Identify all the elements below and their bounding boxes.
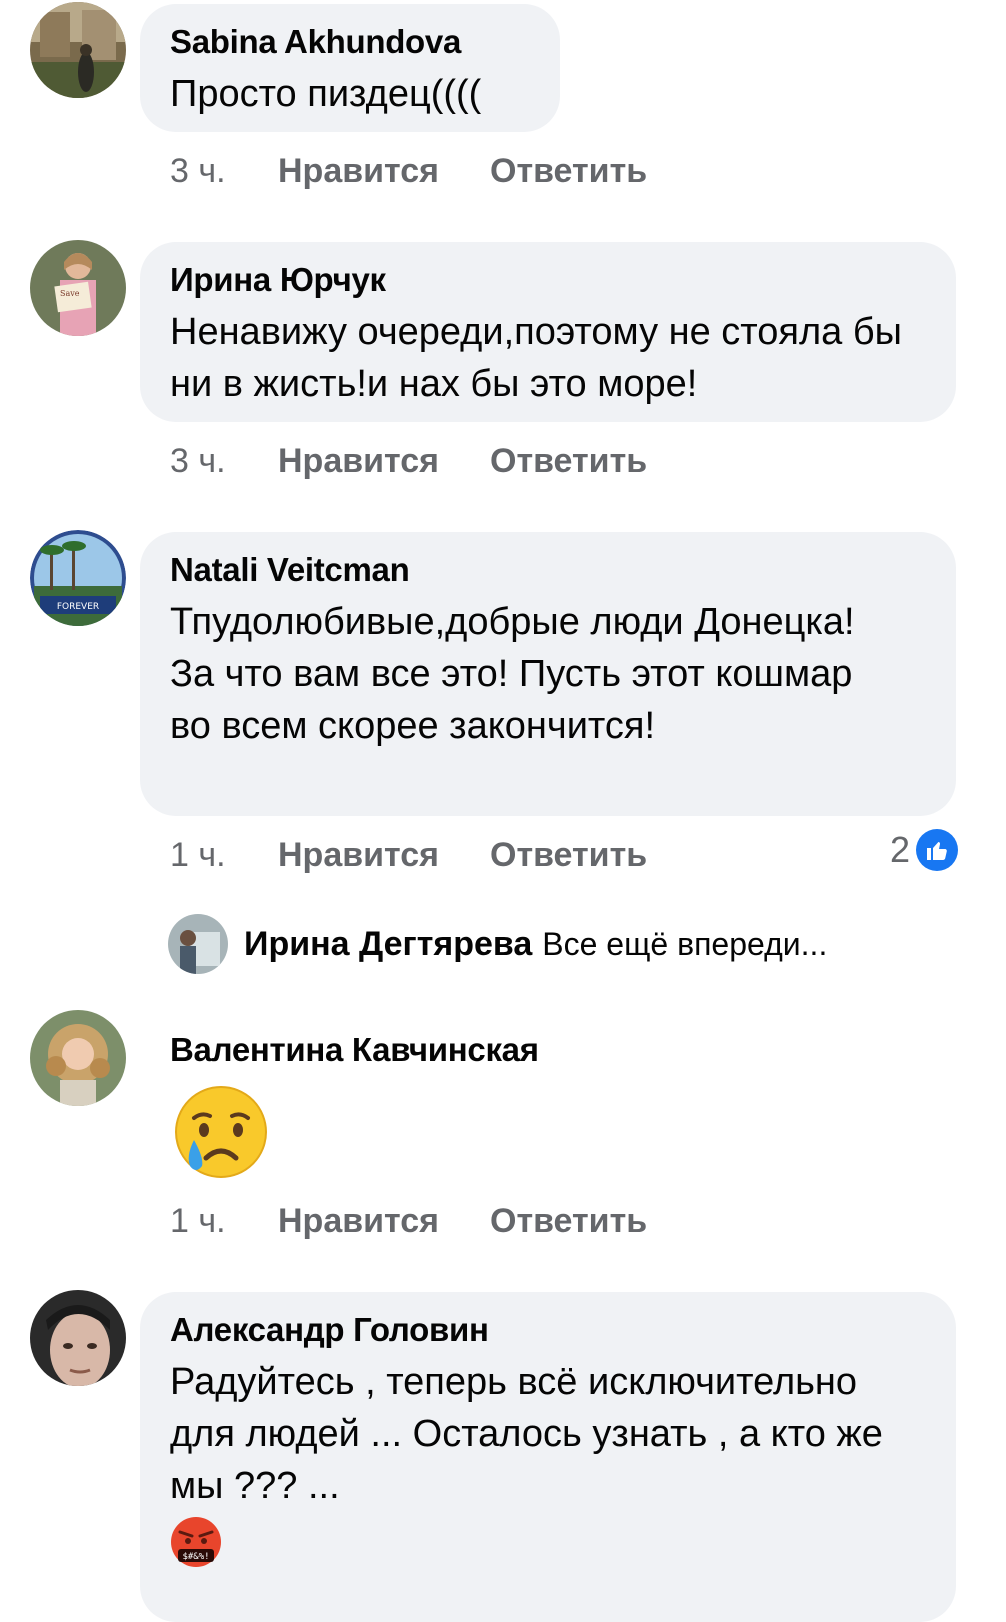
reply-author-name[interactable]: Ирина Дегтярева [244, 925, 532, 964]
timestamp[interactable]: 1 ч. [170, 836, 278, 875]
comment-bubble: Sabina Akhundova Просто пиздец(((( [140, 4, 560, 132]
avatar[interactable]: FOREVER [30, 530, 126, 626]
comment-actions: 3 ч. Нравится Ответить [170, 442, 647, 481]
comment-text: Радуйтесь , теперь всё исключительно для… [170, 1361, 883, 1507]
reply-button[interactable]: Ответить [490, 1202, 647, 1241]
face-with-symbols-on-mouth-icon: $#&%! [170, 1516, 222, 1568]
reaction-summary[interactable]: 2 [890, 829, 958, 871]
reaction-count: 2 [889, 829, 910, 870]
avatar[interactable] [168, 914, 228, 974]
reply-button[interactable]: Ответить [490, 152, 647, 191]
reply-button[interactable]: Ответить [490, 836, 647, 875]
reply-button[interactable]: Ответить [490, 442, 647, 481]
avatar[interactable]: Save [30, 240, 126, 336]
like-button[interactable]: Нравится [278, 1202, 490, 1241]
comment-text: Просто пиздец(((( [170, 73, 482, 115]
like-button[interactable]: Нравится [278, 442, 490, 481]
thumbs-up-icon [916, 829, 958, 871]
avatar[interactable] [30, 1010, 126, 1106]
timestamp[interactable]: 3 ч. [170, 442, 278, 481]
author-name[interactable]: Ирина Юрчук [170, 260, 926, 300]
like-button[interactable]: Нравится [278, 152, 490, 191]
symbols-text: $#&%! [182, 1552, 209, 1562]
comment-actions: 1 ч. Нравится Ответить [170, 836, 647, 875]
author-name[interactable]: Александр Головин [170, 1310, 926, 1350]
comment-actions: 3 ч. Нравится Ответить [170, 152, 647, 191]
avatar[interactable] [30, 2, 126, 98]
crying-face-icon [172, 1086, 270, 1178]
author-name[interactable]: Валентина Кавчинская [170, 1030, 539, 1070]
reply-text: Все ещё впереди... [542, 925, 828, 962]
timestamp[interactable]: 3 ч. [170, 152, 278, 191]
comment-text: Тпудолюбивые,добрые люди Донецка! За что… [170, 601, 855, 747]
author-name[interactable]: Natali Veitcman [170, 550, 926, 590]
comment-bubble: Александр Головин Радуйтесь , теперь всё… [140, 1292, 956, 1622]
svg-text:Save: Save [60, 289, 80, 298]
author-name[interactable]: Sabina Akhundova [170, 22, 530, 62]
timestamp[interactable]: 1 ч. [170, 1202, 278, 1241]
avatar[interactable] [30, 1290, 126, 1386]
comment-bubble: Ирина Юрчук Ненавижу очереди,поэтому не … [140, 242, 956, 422]
svg-text:FOREVER: FOREVER [57, 602, 99, 612]
comment-bubble: Natali Veitcman Тпудолюбивые,добрые люди… [140, 532, 956, 816]
comment-text: Ненавижу очереди,поэтому не стояла бы ни… [170, 311, 902, 405]
comment-actions: 1 ч. Нравится Ответить [170, 1202, 647, 1241]
reply-preview[interactable]: Ирина Дегтярева Все ещё впереди... [168, 914, 827, 974]
like-button[interactable]: Нравится [278, 836, 490, 875]
